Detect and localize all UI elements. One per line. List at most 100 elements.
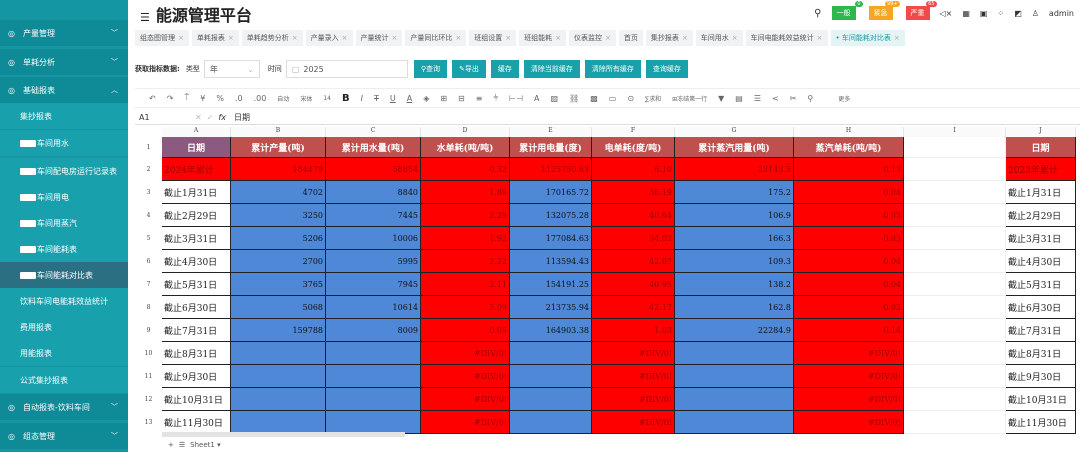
cell[interactable]: 1125750.63: [510, 158, 592, 181]
cell[interactable]: 截止6月30日: [1006, 296, 1076, 319]
theme-icon[interactable]: ♙: [1032, 9, 1039, 18]
image-icon[interactable]: ▨: [550, 94, 558, 103]
tab-item[interactable]: 单耗报表 ×: [191, 30, 239, 46]
cell[interactable]: [675, 365, 794, 388]
cell[interactable]: 1.03: [592, 319, 675, 342]
number-format-select[interactable]: 自动: [277, 94, 289, 103]
cell[interactable]: [904, 296, 1006, 319]
close-icon[interactable]: ×: [178, 34, 184, 42]
cell[interactable]: [326, 365, 421, 388]
column-header[interactable]: F: [592, 127, 675, 137]
cell[interactable]: [904, 181, 1006, 204]
cell[interactable]: 40.64: [592, 204, 675, 227]
sidebar-item[interactable]: 车间用水: [0, 130, 128, 156]
cell[interactable]: 2700: [231, 250, 326, 273]
cell[interactable]: [904, 204, 1006, 227]
cell[interactable]: 36.19: [592, 181, 675, 204]
cell[interactable]: 162.8: [675, 296, 794, 319]
alert-badge[interactable]: 一般 0: [831, 1, 863, 20]
row-header[interactable]: 12: [135, 388, 162, 411]
sidebar-item[interactable]: 饮料车间电能耗效益统计: [0, 288, 128, 314]
close-icon[interactable]: ×: [505, 34, 511, 42]
cell[interactable]: 截止9月30日: [162, 365, 231, 388]
time-input[interactable]: ▢ 2025: [285, 60, 408, 78]
cell[interactable]: 170165.72: [510, 181, 592, 204]
close-icon[interactable]: ×: [292, 34, 298, 42]
cell[interactable]: 截止10月31日: [1006, 388, 1076, 411]
cell[interactable]: 5206: [231, 227, 326, 250]
function-icon[interactable]: ⊙: [627, 94, 634, 103]
cell[interactable]: [326, 411, 421, 434]
row-header[interactable]: 5: [135, 227, 162, 250]
merge-icon[interactable]: ⊟: [458, 94, 465, 103]
cell[interactable]: 113594.43: [510, 250, 592, 273]
cell[interactable]: 154191.25: [510, 273, 592, 296]
cell[interactable]: 159788: [231, 319, 326, 342]
cell[interactable]: #DIV/0!: [421, 365, 510, 388]
cell[interactable]: 截止8月31日: [1006, 342, 1076, 365]
cell[interactable]: #DIV/0!: [794, 365, 904, 388]
close-icon[interactable]: ×: [817, 34, 823, 42]
type-select[interactable]: 年 ⌄: [203, 60, 260, 78]
horizontal-scrollbar[interactable]: [162, 432, 405, 437]
border-icon[interactable]: ⊞: [440, 94, 447, 103]
cell[interactable]: 日期: [162, 137, 231, 158]
cell[interactable]: [510, 365, 592, 388]
italic-icon[interactable]: I: [361, 94, 363, 103]
mute-icon[interactable]: ◁×: [940, 9, 953, 18]
search-icon[interactable]: ⚲: [814, 8, 821, 19]
cell[interactable]: [510, 411, 592, 434]
cell[interactable]: [231, 365, 326, 388]
chart-icon[interactable]: ▩: [590, 94, 598, 103]
cell[interactable]: 0.32: [421, 158, 510, 181]
tab-item[interactable]: • 车间能耗对比表 ×: [830, 30, 905, 46]
cell[interactable]: 10614: [326, 296, 421, 319]
align-icon[interactable]: ≡: [476, 94, 483, 103]
cell[interactable]: 截止5月31日: [1006, 273, 1076, 296]
cell[interactable]: [510, 342, 592, 365]
cell[interactable]: [904, 250, 1006, 273]
cell[interactable]: [231, 388, 326, 411]
cell[interactable]: [904, 158, 1006, 181]
rotate-icon[interactable]: A: [534, 94, 539, 103]
font-size-select[interactable]: 14: [323, 95, 331, 102]
cell[interactable]: #DIV/0!: [592, 388, 675, 411]
decimal-icon[interactable]: .0: [235, 94, 243, 103]
percent-icon[interactable]: %: [216, 94, 224, 103]
cell[interactable]: 164903.38: [510, 319, 592, 342]
cell[interactable]: [904, 365, 1006, 388]
cell[interactable]: [904, 388, 1006, 411]
alert-badge[interactable]: 紧急 99+: [868, 1, 900, 20]
cell[interactable]: 截止7月31日: [1006, 319, 1076, 342]
query-button[interactable]: 缓存: [490, 60, 519, 78]
redo-icon[interactable]: ↷: [167, 94, 174, 103]
cell[interactable]: 截止6月30日: [162, 296, 231, 319]
menu-icon[interactable]: ☰: [140, 11, 150, 24]
cell[interactable]: 2023年累计: [1006, 158, 1076, 181]
cell[interactable]: 166.3: [675, 227, 794, 250]
tab-item[interactable]: 车间电能耗效益统计 ×: [745, 30, 828, 46]
row-header[interactable]: 11: [135, 365, 162, 388]
sidebar-item[interactable]: ◎ 产量管理 ﹀: [0, 20, 128, 46]
row-header[interactable]: 9: [135, 319, 162, 342]
freeze-button[interactable]: ⊞冻结第一行: [672, 94, 707, 103]
query-button[interactable]: ✎ 导出: [451, 60, 486, 78]
sidebar-item[interactable]: 费用报表: [0, 314, 128, 340]
font-color-icon[interactable]: A: [407, 94, 412, 103]
tab-item[interactable]: 班组能耗 ×: [519, 30, 566, 46]
sidebar-item[interactable]: 集抄报表: [0, 103, 128, 129]
close-icon[interactable]: ×: [342, 34, 348, 42]
cell[interactable]: 截止8月31日: [162, 342, 231, 365]
cell[interactable]: 132075.28: [510, 204, 592, 227]
sidebar-item[interactable]: ◎ 单耗分析 ﹀: [0, 49, 128, 75]
tab-item[interactable]: 产量录入 ×: [305, 30, 353, 46]
cell[interactable]: 截止4月30日: [1006, 250, 1076, 273]
cell[interactable]: 213735.94: [510, 296, 592, 319]
cell[interactable]: 42.17: [592, 296, 675, 319]
column-header[interactable]: E: [510, 127, 592, 137]
cell[interactable]: [904, 137, 1006, 158]
cell[interactable]: 7945: [326, 273, 421, 296]
cell[interactable]: [904, 411, 1006, 434]
cell[interactable]: 2024年累计: [162, 158, 231, 181]
cell[interactable]: [675, 411, 794, 434]
